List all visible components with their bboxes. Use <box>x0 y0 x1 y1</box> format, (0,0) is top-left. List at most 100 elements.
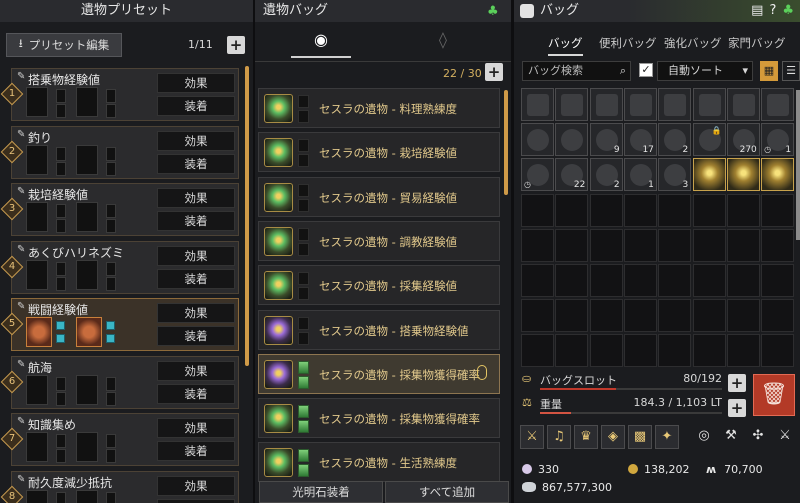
relic-list-item[interactable]: セスラの遺物 - 貿易経験値 <box>258 176 500 217</box>
lightstone-equip-button[interactable]: 光明石装着 <box>259 481 383 503</box>
bag-slot-empty[interactable] <box>623 193 657 227</box>
bag-slot-item[interactable] <box>623 88 657 121</box>
gem-slot[interactable] <box>56 391 66 406</box>
gem-slot[interactable] <box>56 89 66 103</box>
relic-slot[interactable] <box>76 202 98 232</box>
pencil-icon[interactable]: ✎ <box>17 359 25 370</box>
bag-slot-empty[interactable] <box>658 299 692 333</box>
auto-sort-checkbox[interactable]: ✓ <box>639 63 653 77</box>
relic-list-item[interactable]: セスラの遺物 - 搭乗物経験値 <box>258 309 500 350</box>
bag-slot-item[interactable] <box>555 123 589 157</box>
preset-equip-button[interactable]: 装着 <box>157 268 235 289</box>
bag-slot-empty[interactable] <box>589 264 623 297</box>
gem-slot[interactable] <box>56 491 66 503</box>
bag-slot-item[interactable] <box>761 88 795 121</box>
pencil-icon[interactable]: ✎ <box>17 186 25 197</box>
relic-slot[interactable] <box>76 489 98 503</box>
relic-list-item[interactable]: セスラの遺物 - 生活熟練度 <box>258 442 500 483</box>
gem-slot[interactable] <box>106 219 116 233</box>
relic-slot[interactable] <box>76 87 98 117</box>
preset-row[interactable]: 3 ✎ 栽培経験値 効果 装着 <box>0 183 239 236</box>
bag-slot-empty[interactable] <box>761 334 795 368</box>
bag-slot-empty[interactable] <box>623 264 657 297</box>
pencil-icon[interactable]: ✎ <box>17 416 25 427</box>
gem-slot[interactable] <box>56 449 66 463</box>
repair-icon[interactable]: ⚔ <box>773 425 797 449</box>
bag-slot-empty[interactable] <box>658 193 692 227</box>
bag-slot-item[interactable]: 2 <box>589 158 623 192</box>
gem-slot[interactable] <box>106 434 116 448</box>
bag-slot-empty[interactable] <box>555 264 589 297</box>
bag-search-input[interactable]: バッグ検索 ⌕ <box>522 61 631 81</box>
preset-row[interactable]: 1 ✎ 搭乗物経験値 効果 装着 <box>0 68 239 121</box>
bag-slot-empty[interactable] <box>761 193 795 227</box>
search-icon[interactable]: ⌕ <box>620 62 626 80</box>
bag-slot-item[interactable] <box>555 88 589 121</box>
gem-slot[interactable] <box>56 434 66 448</box>
relic-slot[interactable] <box>26 144 48 175</box>
relic-slot[interactable] <box>26 374 48 405</box>
bag-slot-empty[interactable] <box>692 193 726 227</box>
bag-slot-item[interactable] <box>521 123 554 157</box>
bag-slot-empty[interactable] <box>726 193 760 227</box>
preset-row[interactable]: 6 ✎ 航海 効果 装着 <box>0 355 239 409</box>
crown-icon[interactable]: ♛ <box>574 425 598 449</box>
preset-row[interactable]: 2 ✎ 釣り 効果 装着 <box>0 125 239 179</box>
tab-enhance-bag[interactable]: 強化バッグ <box>664 35 722 51</box>
bag-slot-empty[interactable] <box>521 264 554 297</box>
add-relic-slot-button[interactable]: + <box>485 63 503 81</box>
preset-effect-button[interactable]: 効果 <box>157 245 235 266</box>
preset-effect-button[interactable]: 効果 <box>157 188 235 208</box>
preset-equip-button[interactable]: 装着 <box>157 498 235 503</box>
crystal-combo-icon[interactable]: ✦ <box>655 425 679 449</box>
bag-slot-empty[interactable] <box>761 299 795 333</box>
gem-slot[interactable] <box>106 276 116 291</box>
bag-slot-empty[interactable] <box>726 264 760 297</box>
bag-slot-empty[interactable] <box>726 299 760 333</box>
bag-slot-item[interactable]: ◷ 1 <box>761 123 795 157</box>
gem-slot[interactable] <box>106 449 116 463</box>
compass-icon[interactable]: ◎ <box>692 425 716 449</box>
preset-equip-button[interactable]: 装着 <box>157 326 235 346</box>
gem-slot[interactable] <box>56 204 66 218</box>
bag-slot-empty[interactable] <box>726 334 760 368</box>
bag-slot-empty[interactable] <box>521 228 554 262</box>
preset-effect-button[interactable]: 効果 <box>157 475 235 496</box>
bag-slot-item[interactable] <box>692 158 726 192</box>
gem-slot[interactable] <box>56 261 66 276</box>
relic-slot[interactable] <box>76 432 98 462</box>
tab-relic-main[interactable]: ◉ <box>291 30 351 58</box>
bag-slot-empty[interactable] <box>692 264 726 297</box>
bag-slot-item[interactable]: 22 <box>555 158 589 192</box>
bag-slot-empty[interactable] <box>555 334 589 368</box>
relic-slot-icon[interactable] <box>76 317 102 347</box>
relic-slot[interactable] <box>26 489 48 503</box>
bag-slot-empty[interactable] <box>623 299 657 333</box>
preset-row[interactable]: 5 ✎ 戦闘経験値 効果 装着 <box>0 298 239 351</box>
bag-slot-empty[interactable] <box>692 334 726 368</box>
relic-slot[interactable] <box>76 259 98 290</box>
bag-scrollbar[interactable] <box>796 90 800 240</box>
bag-slot-empty[interactable] <box>521 334 554 368</box>
bag-slot-empty[interactable] <box>521 299 554 333</box>
document-icon[interactable]: ▤ <box>751 3 763 18</box>
bag-slot-empty[interactable] <box>623 228 657 262</box>
list-view-icon[interactable]: ☰ <box>782 61 800 81</box>
preset-effect-button[interactable]: 効果 <box>157 418 235 438</box>
gem-slot[interactable] <box>106 161 116 176</box>
bag-slot-empty[interactable] <box>692 299 726 333</box>
add-bag-slot-button[interactable]: + <box>728 374 746 392</box>
knot-icon[interactable]: ✣ <box>746 425 770 449</box>
preset-equip-button[interactable]: 装着 <box>157 96 235 116</box>
bag-slot-item[interactable]: 17 <box>623 123 657 157</box>
bag-slot-item[interactable]: 2 <box>658 123 692 157</box>
bag-slot-empty[interactable] <box>623 334 657 368</box>
preset-scrollbar[interactable] <box>245 66 249 366</box>
preset-effect-button[interactable]: 効果 <box>157 360 235 381</box>
bag-slot-empty[interactable] <box>589 299 623 333</box>
gem-slot[interactable] <box>106 491 116 503</box>
sword-icon[interactable]: ⚔ <box>520 425 544 449</box>
gem-slot[interactable] <box>56 146 66 161</box>
preset-effect-button[interactable]: 効果 <box>157 130 235 151</box>
gem-slot[interactable] <box>106 376 116 391</box>
